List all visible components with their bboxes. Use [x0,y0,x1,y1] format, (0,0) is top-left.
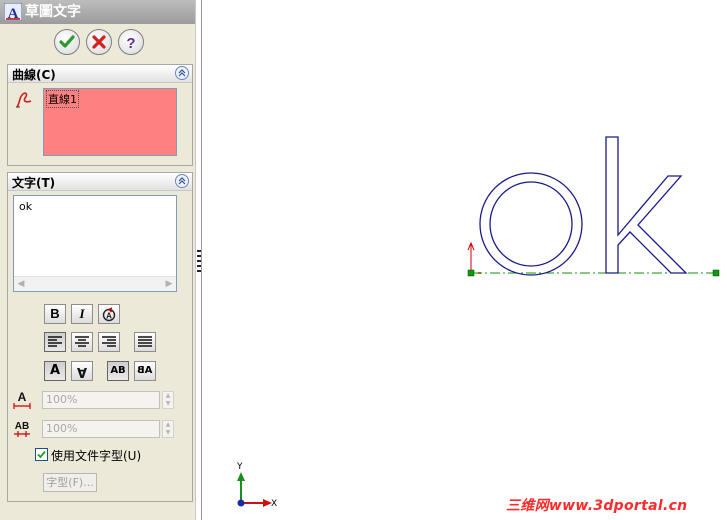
svg-text:A: A [106,312,112,321]
curve-selection-list[interactable]: 直線1 [43,88,177,156]
direction-rtl-button[interactable]: AB [134,361,156,381]
justify-button[interactable] [134,332,156,352]
midpoint-marker [478,272,481,274]
font-button[interactable]: 字型(F)... [43,473,97,492]
watermark: 三维网www.3dportal.cn [506,498,688,514]
align-left-button[interactable] [44,332,66,352]
scroll-right-icon[interactable]: ▶ [163,278,175,290]
use-document-font-checkbox[interactable] [35,448,48,461]
text-group-title: 文字(T) [12,176,56,190]
direction-ltr-label: AB [110,365,126,376]
direction-ltr-button[interactable]: AB [107,361,129,381]
direction-rtl-label: AB [137,365,153,376]
help-button[interactable]: ? [118,29,144,55]
width-factor-icon: A [13,390,31,409]
curve-list-item[interactable]: 直線1 [46,90,79,108]
graphics-area[interactable] [202,0,727,520]
sketch-text-o[interactable] [479,172,583,276]
width-factor-spinner[interactable]: ▲ ▼ [162,391,174,409]
sketch-text-icon: A [4,3,22,21]
splitter-grip-icon[interactable] [197,250,201,272]
line-start-point[interactable] [467,269,475,277]
panel-title: 草圖文字 [25,4,81,20]
spacing-spinner[interactable]: ▲ ▼ [162,420,174,438]
checkmark-icon [59,35,75,48]
align-right-button[interactable] [98,332,120,352]
svg-text:?: ? [126,35,135,51]
text-input[interactable]: ok ◀ ▶ [13,195,177,292]
align-right-icon [102,336,116,347]
align-left-icon [48,336,62,347]
panel-splitter[interactable] [195,0,202,520]
spacing-icon: AB [14,421,30,437]
flip-vertical-label: A [49,363,61,378]
svg-text:AB: AB [15,421,29,432]
collapse-icon[interactable] [175,174,189,188]
align-center-icon [75,336,89,347]
line-end-point[interactable] [712,269,720,277]
property-manager-panel: A 草圖文字 ? 曲線(C) 直線1 文字(T) ok ◀ ▶ B I A A … [0,0,196,520]
scroll-left-icon[interactable]: ◀ [15,278,27,290]
x-axis-label: X [271,499,278,509]
justify-icon [138,336,152,347]
svg-text:A: A [18,390,27,404]
cancel-button[interactable] [86,29,112,55]
checkmark-icon [37,450,46,459]
sketch-text-k[interactable] [605,136,688,274]
rotate-button[interactable]: A [98,304,120,324]
text-content[interactable]: ok [19,200,32,213]
bold-button[interactable]: B [44,304,66,324]
curves-group-title: 曲線(C) [12,68,56,82]
italic-button[interactable]: I [71,304,93,324]
curve-icon [16,92,32,108]
spacing-input[interactable]: 100% [42,420,160,438]
ok-button[interactable] [54,29,80,55]
text-group-header[interactable]: 文字(T) [8,173,192,191]
x-icon [92,35,106,49]
y-axis-label: Y [237,462,243,472]
flip-upside-down-label: A [76,364,88,379]
panel-titlebar: A 草圖文字 [0,0,195,24]
rotate-icon: A [102,307,116,322]
use-document-font-label: 使用文件字型(U) [51,449,142,463]
question-icon: ? [126,35,135,51]
flip-upside-down-button[interactable]: A [71,361,93,381]
curves-group-header[interactable]: 曲線(C) [8,65,192,83]
coordinate-triad [237,472,272,507]
curves-group: 曲線(C) 直線1 [7,64,193,166]
collapse-icon[interactable] [175,66,189,80]
width-factor-input[interactable]: 100% [42,391,160,409]
horizontal-scrollbar[interactable]: ◀ ▶ [14,276,176,291]
align-center-button[interactable] [71,332,93,352]
flip-vertical-button[interactable]: A [44,361,66,381]
